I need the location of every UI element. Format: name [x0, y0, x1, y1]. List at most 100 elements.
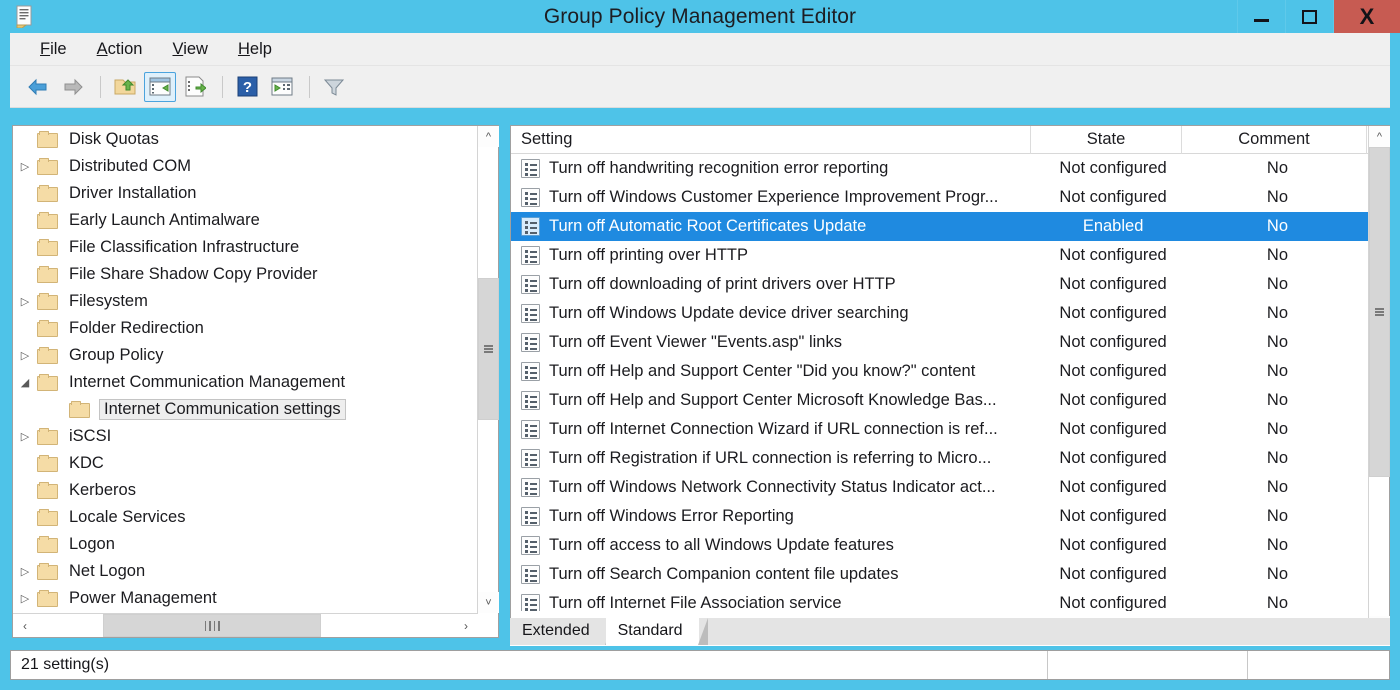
cell-setting: Turn off access to all Windows Update fe…: [549, 536, 894, 554]
table-row[interactable]: Turn off Search Companion content file u…: [511, 560, 1368, 589]
tree-item[interactable]: ◢ Internet Communication Management: [13, 369, 478, 396]
grip-icon: [484, 344, 493, 355]
folder-icon: [37, 482, 58, 499]
table-row[interactable]: Turn off Help and Support Center "Did yo…: [511, 357, 1368, 386]
menu-view[interactable]: View: [160, 38, 219, 61]
collapsed-arrow-icon[interactable]: ▷: [13, 430, 37, 443]
tree-scroll-down-button[interactable]: ˅: [478, 592, 499, 613]
cell-state: Not configured: [1059, 304, 1167, 322]
tab-extended[interactable]: Extended: [510, 618, 615, 645]
table-row[interactable]: Turn off Internet File Association servi…: [511, 589, 1368, 611]
tree-scroll-left-button[interactable]: ‹: [13, 614, 37, 637]
window-controls: X: [1237, 0, 1400, 33]
tab-standard[interactable]: Standard: [605, 618, 708, 645]
tree-item-label: Power Management: [69, 589, 217, 607]
menu-help[interactable]: Help: [226, 38, 284, 61]
properties-button[interactable]: [266, 72, 298, 102]
cell-state: Not configured: [1059, 159, 1167, 177]
show-hide-tree-button[interactable]: [144, 71, 176, 102]
table-row[interactable]: Turn off Internet Connection Wizard if U…: [511, 415, 1368, 444]
export-list-button[interactable]: [179, 72, 211, 102]
tree-item[interactable]: Kerberos: [13, 477, 478, 504]
cell-setting: Turn off Registration if URL connection …: [549, 449, 992, 467]
tree-item[interactable]: KDC: [13, 450, 478, 477]
table-row[interactable]: Turn off Help and Support Center Microso…: [511, 386, 1368, 415]
cell-setting: Turn off Automatic Root Certificates Upd…: [549, 217, 867, 235]
tree-item[interactable]: ▷ Net Logon: [13, 558, 478, 585]
forward-button[interactable]: [57, 72, 89, 102]
policy-setting-icon: [521, 391, 540, 410]
table-row[interactable]: Turn off Automatic Root Certificates Upd…: [511, 212, 1368, 241]
tree-item[interactable]: ▷ Power Management: [13, 585, 478, 612]
close-button[interactable]: X: [1333, 0, 1400, 33]
tree-item[interactable]: Logon: [13, 531, 478, 558]
table-row[interactable]: Turn off Registration if URL connection …: [511, 444, 1368, 473]
tree-scroll-up-button[interactable]: ^: [478, 126, 499, 147]
up-folder-button[interactable]: [109, 72, 141, 102]
folder-icon: [37, 293, 58, 310]
tree-item-label: File Share Shadow Copy Provider: [69, 265, 318, 283]
table-row[interactable]: Turn off Windows Network Connectivity St…: [511, 473, 1368, 502]
table-row[interactable]: Turn off Windows Customer Experience Imp…: [511, 183, 1368, 212]
toolbar-separator: [100, 75, 101, 98]
column-header-setting[interactable]: Setting: [511, 126, 1031, 154]
tree-scrollbar-thumb[interactable]: [478, 278, 499, 420]
collapsed-arrow-icon[interactable]: ▷: [13, 565, 37, 578]
help-button[interactable]: ?: [231, 72, 263, 102]
table-row[interactable]: Turn off Windows Update device driver se…: [511, 299, 1368, 328]
table-row[interactable]: Turn off printing over HTTP Not configure…: [511, 241, 1368, 270]
menu-file[interactable]: File: [28, 38, 79, 61]
policy-setting-icon: [521, 449, 540, 468]
tree-item[interactable]: Locale Services: [13, 504, 478, 531]
collapsed-arrow-icon[interactable]: ▷: [13, 592, 37, 605]
table-row[interactable]: Turn off downloading of print drivers ov…: [511, 270, 1368, 299]
tree-item[interactable]: ▷ Distributed COM: [13, 153, 478, 180]
show-hide-tree-icon: [149, 77, 171, 96]
list-scrollbar-thumb[interactable]: [1369, 147, 1390, 477]
minimize-button[interactable]: [1237, 0, 1285, 33]
tree-item[interactable]: Driver Installation: [13, 180, 478, 207]
collapsed-arrow-icon[interactable]: ▷: [13, 160, 37, 173]
tree-item[interactable]: ▷ iSCSI: [13, 423, 478, 450]
tree-scroll-right-button[interactable]: ›: [454, 614, 478, 637]
collapsed-arrow-icon[interactable]: ▷: [13, 295, 37, 308]
tree-vertical-scrollbar[interactable]: ^ ˅: [477, 126, 499, 613]
tree-item[interactable]: ▷ Group Policy: [13, 342, 478, 369]
list-vertical-scrollbar[interactable]: ^ ˅: [1368, 126, 1390, 637]
tree-horizontal-scrollbar[interactable]: ‹ ›: [13, 613, 478, 637]
table-row[interactable]: Turn off access to all Windows Update fe…: [511, 531, 1368, 560]
cell-state: Not configured: [1059, 333, 1167, 351]
cell-comment: No: [1266, 188, 1289, 206]
tree-item-label: iSCSI: [69, 427, 112, 445]
maximize-button[interactable]: [1285, 0, 1333, 33]
tree-item[interactable]: Disk Quotas: [13, 126, 478, 153]
filter-button[interactable]: [318, 72, 350, 102]
tree-item-label: Folder Redirection: [69, 319, 204, 337]
table-row[interactable]: Turn off handwriting recognition error r…: [511, 154, 1368, 183]
status-pane-2: [1048, 651, 1248, 679]
column-header-state[interactable]: State: [1031, 126, 1182, 154]
gpme-window: Group Policy Management Editor X File Ac…: [0, 0, 1400, 690]
list-scroll-up-button[interactable]: ^: [1369, 126, 1390, 147]
policy-setting-icon: [521, 188, 540, 207]
back-button[interactable]: [22, 72, 54, 102]
tree-item[interactable]: Folder Redirection: [13, 315, 478, 342]
tree-item[interactable]: File Share Shadow Copy Provider: [13, 261, 478, 288]
folder-icon: [37, 347, 58, 364]
menu-action[interactable]: Action: [85, 38, 155, 61]
tree-item[interactable]: ▷ Filesystem: [13, 288, 478, 315]
policy-setting-icon: [521, 275, 540, 294]
grip-icon: [203, 620, 221, 631]
tree-hscroll-track[interactable]: [37, 614, 454, 637]
toolbar-separator-2: [222, 75, 223, 98]
tree-item[interactable]: Early Launch Antimalware: [13, 207, 478, 234]
tree-item[interactable]: Internet Communication settings: [13, 396, 478, 423]
tree-item[interactable]: File Classification Infrastructure: [13, 234, 478, 261]
expanded-arrow-icon[interactable]: ◢: [13, 376, 37, 389]
collapsed-arrow-icon[interactable]: ▷: [13, 349, 37, 362]
column-header-comment[interactable]: Comment: [1182, 126, 1367, 154]
cell-setting: Turn off Windows Error Reporting: [549, 507, 794, 525]
table-row[interactable]: Turn off Windows Error Reporting Not conf…: [511, 502, 1368, 531]
table-row[interactable]: Turn off Event Viewer "Events.asp" links…: [511, 328, 1368, 357]
tree-hscrollbar-thumb[interactable]: [103, 614, 321, 637]
